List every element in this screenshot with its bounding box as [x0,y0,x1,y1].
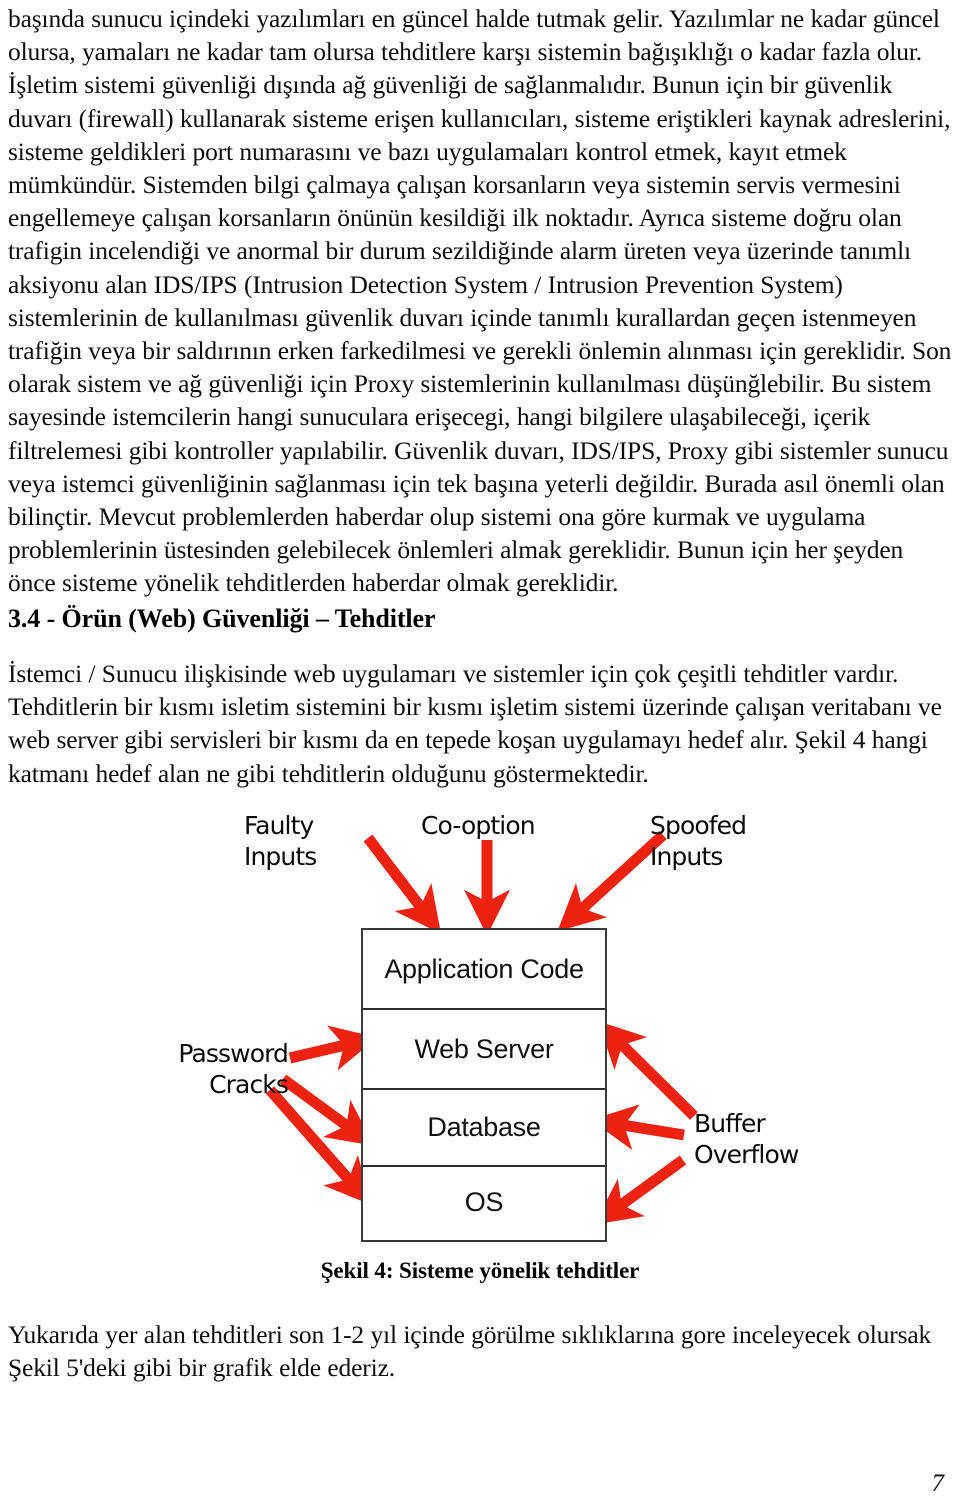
figure-4-caption: Şekil 4: Sisteme yönelik tehditler [320,1258,640,1283]
arrow-buffer-overflow-os [593,1155,687,1225]
arrow-faulty-inputs [363,834,442,934]
threat-label-spoofed-inputs: Spoofed Inputs [650,811,747,871]
threat-label-password-cracks: Password Cracks [178,1039,288,1099]
stack-layer-application-code: Application Code [363,930,605,1010]
document-page: başında sunucu içindeki yazılımları en g… [0,0,960,1508]
body-paragraph-2: İstemci / Sunucu ilişkisinde web uygulam… [8,659,942,788]
figure-4-canvas: Application Code Web Server Database OS … [0,790,960,1260]
stack-layer-os: OS [464,1186,504,1217]
system-stack-box: Application Code Web Server Database OS [361,928,607,1242]
threat-label-co-option: Co-option [421,811,536,840]
arrow-buffer-overflow-database [590,1104,685,1151]
stack-layer-database: Database [363,1090,605,1167]
body-paragraph-3: Yukarıda yer alan tehditleri son 1-2 yıl… [8,1320,932,1383]
figure-4: Application Code Web Server Database OS … [0,790,960,1290]
threat-label-buffer-overflow: Buffer Overflow [694,1109,799,1169]
arrow-buffer-overflow-web-server [597,1021,698,1120]
page-number: 7 [931,1470,945,1497]
section-heading-3-4: 3.4 - Örün (Web) Güvenliği – Tehditler [8,604,436,633]
body-paragraph-1: başında sunucu içindeki yazılımları en g… [8,4,952,598]
arrow-password-cracks-web-server [288,1025,378,1071]
threat-label-faulty-inputs: Faulty Inputs [244,811,317,871]
stack-layer-web-server: Web Server [363,1010,605,1090]
